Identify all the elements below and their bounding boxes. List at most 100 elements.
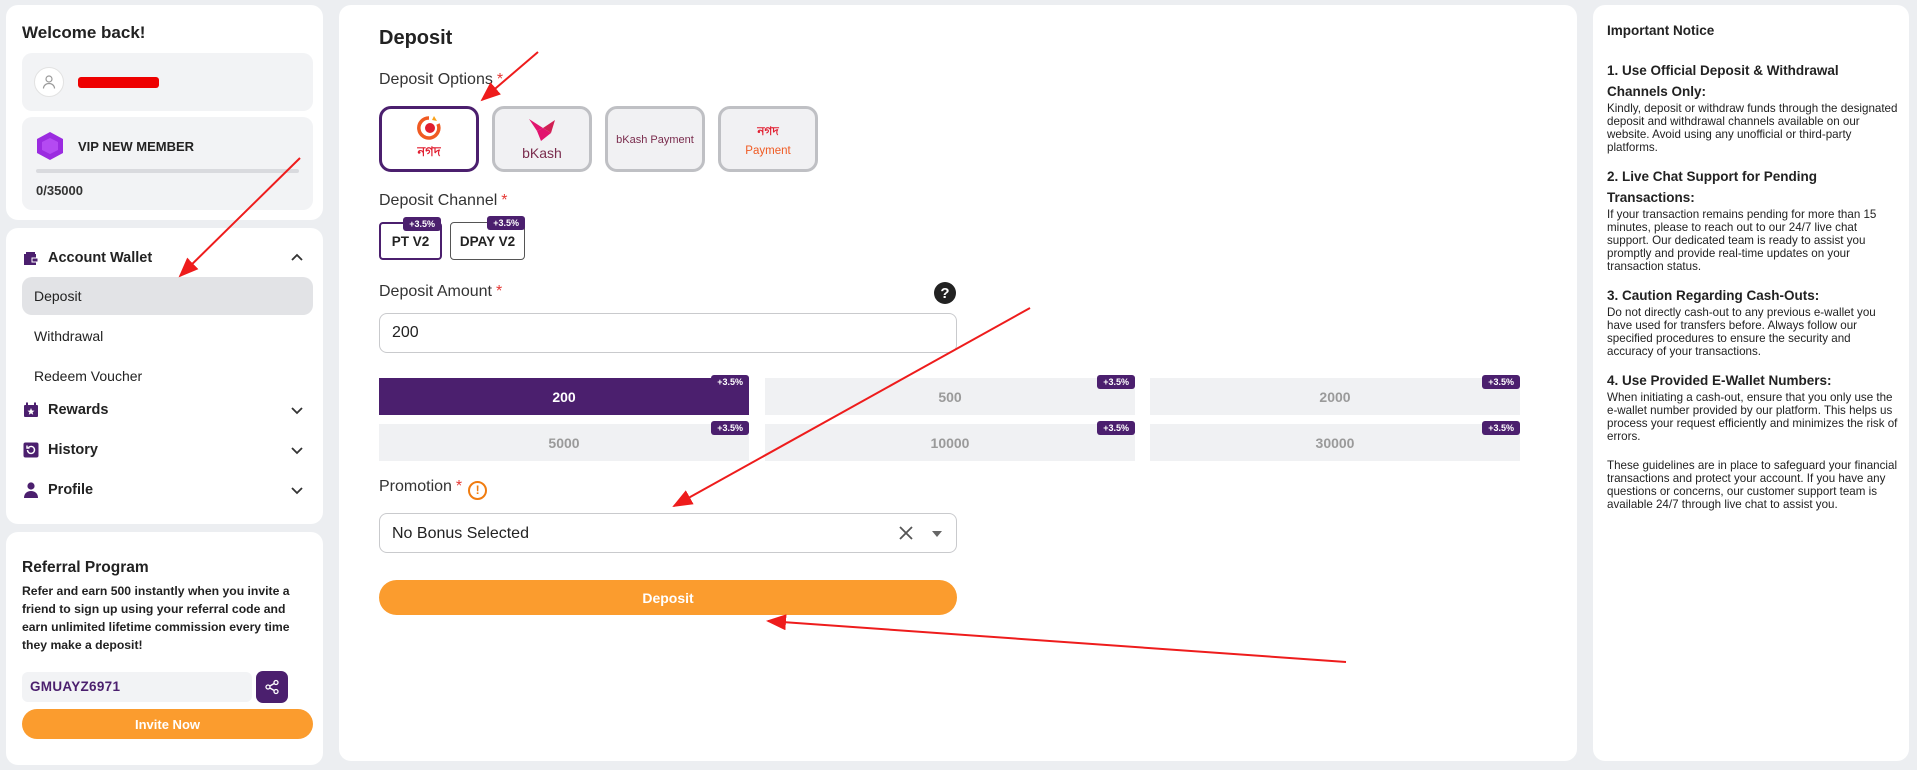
promotion-label-text: Promotion <box>379 478 452 495</box>
notice-heading: 4. Use Provided E-Wallet Numbers: <box>1607 373 1832 388</box>
notice-footer: These guidelines are in place to safegua… <box>1607 459 1898 511</box>
amount-bonus-badge: +3.5% <box>1482 421 1520 435</box>
share-button[interactable] <box>256 671 288 703</box>
notice-body: When initiating a cash-out, ensure that … <box>1607 391 1898 443</box>
option-nagad-payment-label: নগদ <box>757 124 779 138</box>
wallet-icon <box>22 249 40 267</box>
nav-account-wallet[interactable]: Account Wallet <box>22 241 313 275</box>
deposit-channel-label-text: Deposit Channel <box>379 192 498 209</box>
deposit-options-label-text: Deposit Options <box>379 71 493 88</box>
notice-heading: 1. Use Official Deposit & Withdrawal Cha… <box>1607 63 1839 99</box>
chevron-down-icon[interactable] <box>289 482 305 498</box>
promotion-select-value: No Bonus Selected <box>392 525 529 542</box>
notice-heading: 3. Caution Regarding Cash-Outs: <box>1607 288 1820 303</box>
amount-chip-500[interactable]: 500 +3.5% <box>765 375 1135 415</box>
notice-body: Do not directly cash-out to any previous… <box>1607 306 1876 358</box>
deposit-amount-label-text: Deposit Amount <box>379 283 492 300</box>
amount-chip-value: 10000 <box>930 434 970 451</box>
option-nagad-label: নগদ <box>417 143 441 159</box>
user-info-box <box>22 53 313 111</box>
nav-history-label: History <box>48 442 98 458</box>
notice-heading: 2. Live Chat Support for Pending Transac… <box>1607 169 1818 205</box>
deposit-button[interactable]: Deposit <box>379 580 957 615</box>
referral-card: Referral Program Refer and earn 500 inst… <box>6 532 323 765</box>
channel-bonus-badge: +3.5% <box>487 216 525 230</box>
option-nagad-payment-sub: Payment <box>745 145 791 157</box>
sidebar-item-withdrawal[interactable]: Withdrawal <box>22 317 313 355</box>
nav-profile-label: Profile <box>48 482 94 498</box>
amount-chip-200[interactable]: 200 +3.5% <box>379 375 749 415</box>
required-mark: * <box>495 283 503 300</box>
vip-progress-bar <box>36 169 299 173</box>
sidebar-item-redeem-voucher[interactable]: Redeem Voucher <box>22 357 313 395</box>
nav-rewards-label: Rewards <box>48 402 109 418</box>
option-nagad[interactable]: নগদ <box>379 106 479 172</box>
user-avatar-icon[interactable] <box>34 67 64 97</box>
chevron-down-icon[interactable] <box>289 442 305 458</box>
nav-rewards[interactable]: Rewards <box>22 393 313 427</box>
option-bkash-label: bKash <box>522 145 562 161</box>
channel-pt-v2[interactable]: PT V2 +3.5% <box>379 217 442 260</box>
vip-level-label: VIP NEW MEMBER <box>78 139 195 154</box>
dropdown-caret-icon[interactable] <box>932 531 942 537</box>
amount-chip-value: 2000 <box>1319 388 1351 405</box>
rewards-icon <box>22 401 40 419</box>
invite-now-button[interactable]: Invite Now <box>22 709 313 739</box>
sidebar-item-redeem-voucher-label: Redeem Voucher <box>34 368 143 384</box>
amount-bonus-badge: +3.5% <box>1097 375 1135 389</box>
notice-body: If your transaction remains pending for … <box>1607 208 1877 273</box>
amount-bonus-badge: +3.5% <box>1097 421 1135 435</box>
deposit-amount-label: Deposit Amount * <box>379 283 502 301</box>
welcome-title: Welcome back! <box>22 23 146 42</box>
share-icon <box>265 679 279 695</box>
amount-chip-value: 500 <box>938 388 962 405</box>
amount-chip-value: 5000 <box>548 434 580 451</box>
info-icon[interactable]: ! <box>468 481 488 500</box>
amount-chip-2000[interactable]: 2000 +3.5% <box>1150 375 1520 415</box>
nav-account-wallet-label: Account Wallet <box>48 250 153 266</box>
bkash-logo-icon <box>529 119 555 141</box>
chevron-down-icon[interactable] <box>289 402 305 418</box>
nagad-logo-icon <box>417 115 441 140</box>
amount-chip-value: 200 <box>552 388 576 405</box>
option-bkash-payment-label: bKash Payment <box>616 134 694 146</box>
amount-bonus-badge: +3.5% <box>711 375 749 389</box>
deposit-panel: Deposit Deposit Options * নগদ bKash bKash… <box>339 5 1577 761</box>
help-icon[interactable]: ? <box>934 282 956 304</box>
welcome-card: Welcome back! VIP NEW MEMBER 0/35000 <box>6 5 323 220</box>
amount-chip-10000[interactable]: 10000 +3.5% <box>765 421 1135 461</box>
channel-dpay-v2[interactable]: DPAY V2 +3.5% <box>450 216 525 260</box>
required-mark: * <box>455 478 463 495</box>
notice-body: Kindly, deposit or withdraw funds throug… <box>1607 102 1898 154</box>
required-mark: * <box>501 192 508 209</box>
promotion-select[interactable]: No Bonus Selected <box>379 513 957 553</box>
amount-chip-30000[interactable]: 30000 +3.5% <box>1150 421 1520 461</box>
channel-dpay-v2-label: DPAY V2 <box>459 233 516 249</box>
sidebar-nav: Account Wallet Deposit Withdrawal Redeem… <box>6 228 323 524</box>
chevron-up-icon[interactable] <box>289 250 305 266</box>
amount-chip-value: 30000 <box>1315 434 1355 451</box>
channel-bonus-badge: +3.5% <box>403 217 441 231</box>
amount-chip-5000[interactable]: 5000 +3.5% <box>379 421 749 461</box>
sidebar-item-deposit[interactable]: Deposit <box>22 277 313 315</box>
channel-pt-v2-label: PT V2 <box>391 233 430 249</box>
vip-gem-icon <box>37 132 63 160</box>
nav-history[interactable]: History <box>22 433 313 467</box>
deposit-options-label: Deposit Options * <box>379 71 503 89</box>
amount-bonus-badge: +3.5% <box>1482 375 1520 389</box>
amount-bonus-badge: +3.5% <box>711 421 749 435</box>
deposit-amount-input[interactable] <box>379 313 957 353</box>
history-icon <box>22 441 40 459</box>
referral-code[interactable]: GMUAYZ6971 <box>22 672 252 702</box>
clear-icon[interactable] <box>896 523 916 543</box>
vip-progress-text: 0/35000 <box>36 183 83 198</box>
deposit-channel-label: Deposit Channel * <box>379 192 508 210</box>
promotion-label: Promotion *! <box>379 478 488 500</box>
profile-icon <box>22 481 40 499</box>
nav-profile[interactable]: Profile <box>22 473 313 507</box>
option-bkash-payment[interactable]: bKash Payment <box>605 106 705 172</box>
option-nagad-payment[interactable]: নগদ Payment <box>718 106 818 172</box>
required-mark: * <box>496 71 504 88</box>
option-bkash[interactable]: bKash <box>492 106 592 172</box>
sidebar-item-withdrawal-label: Withdrawal <box>34 328 104 344</box>
